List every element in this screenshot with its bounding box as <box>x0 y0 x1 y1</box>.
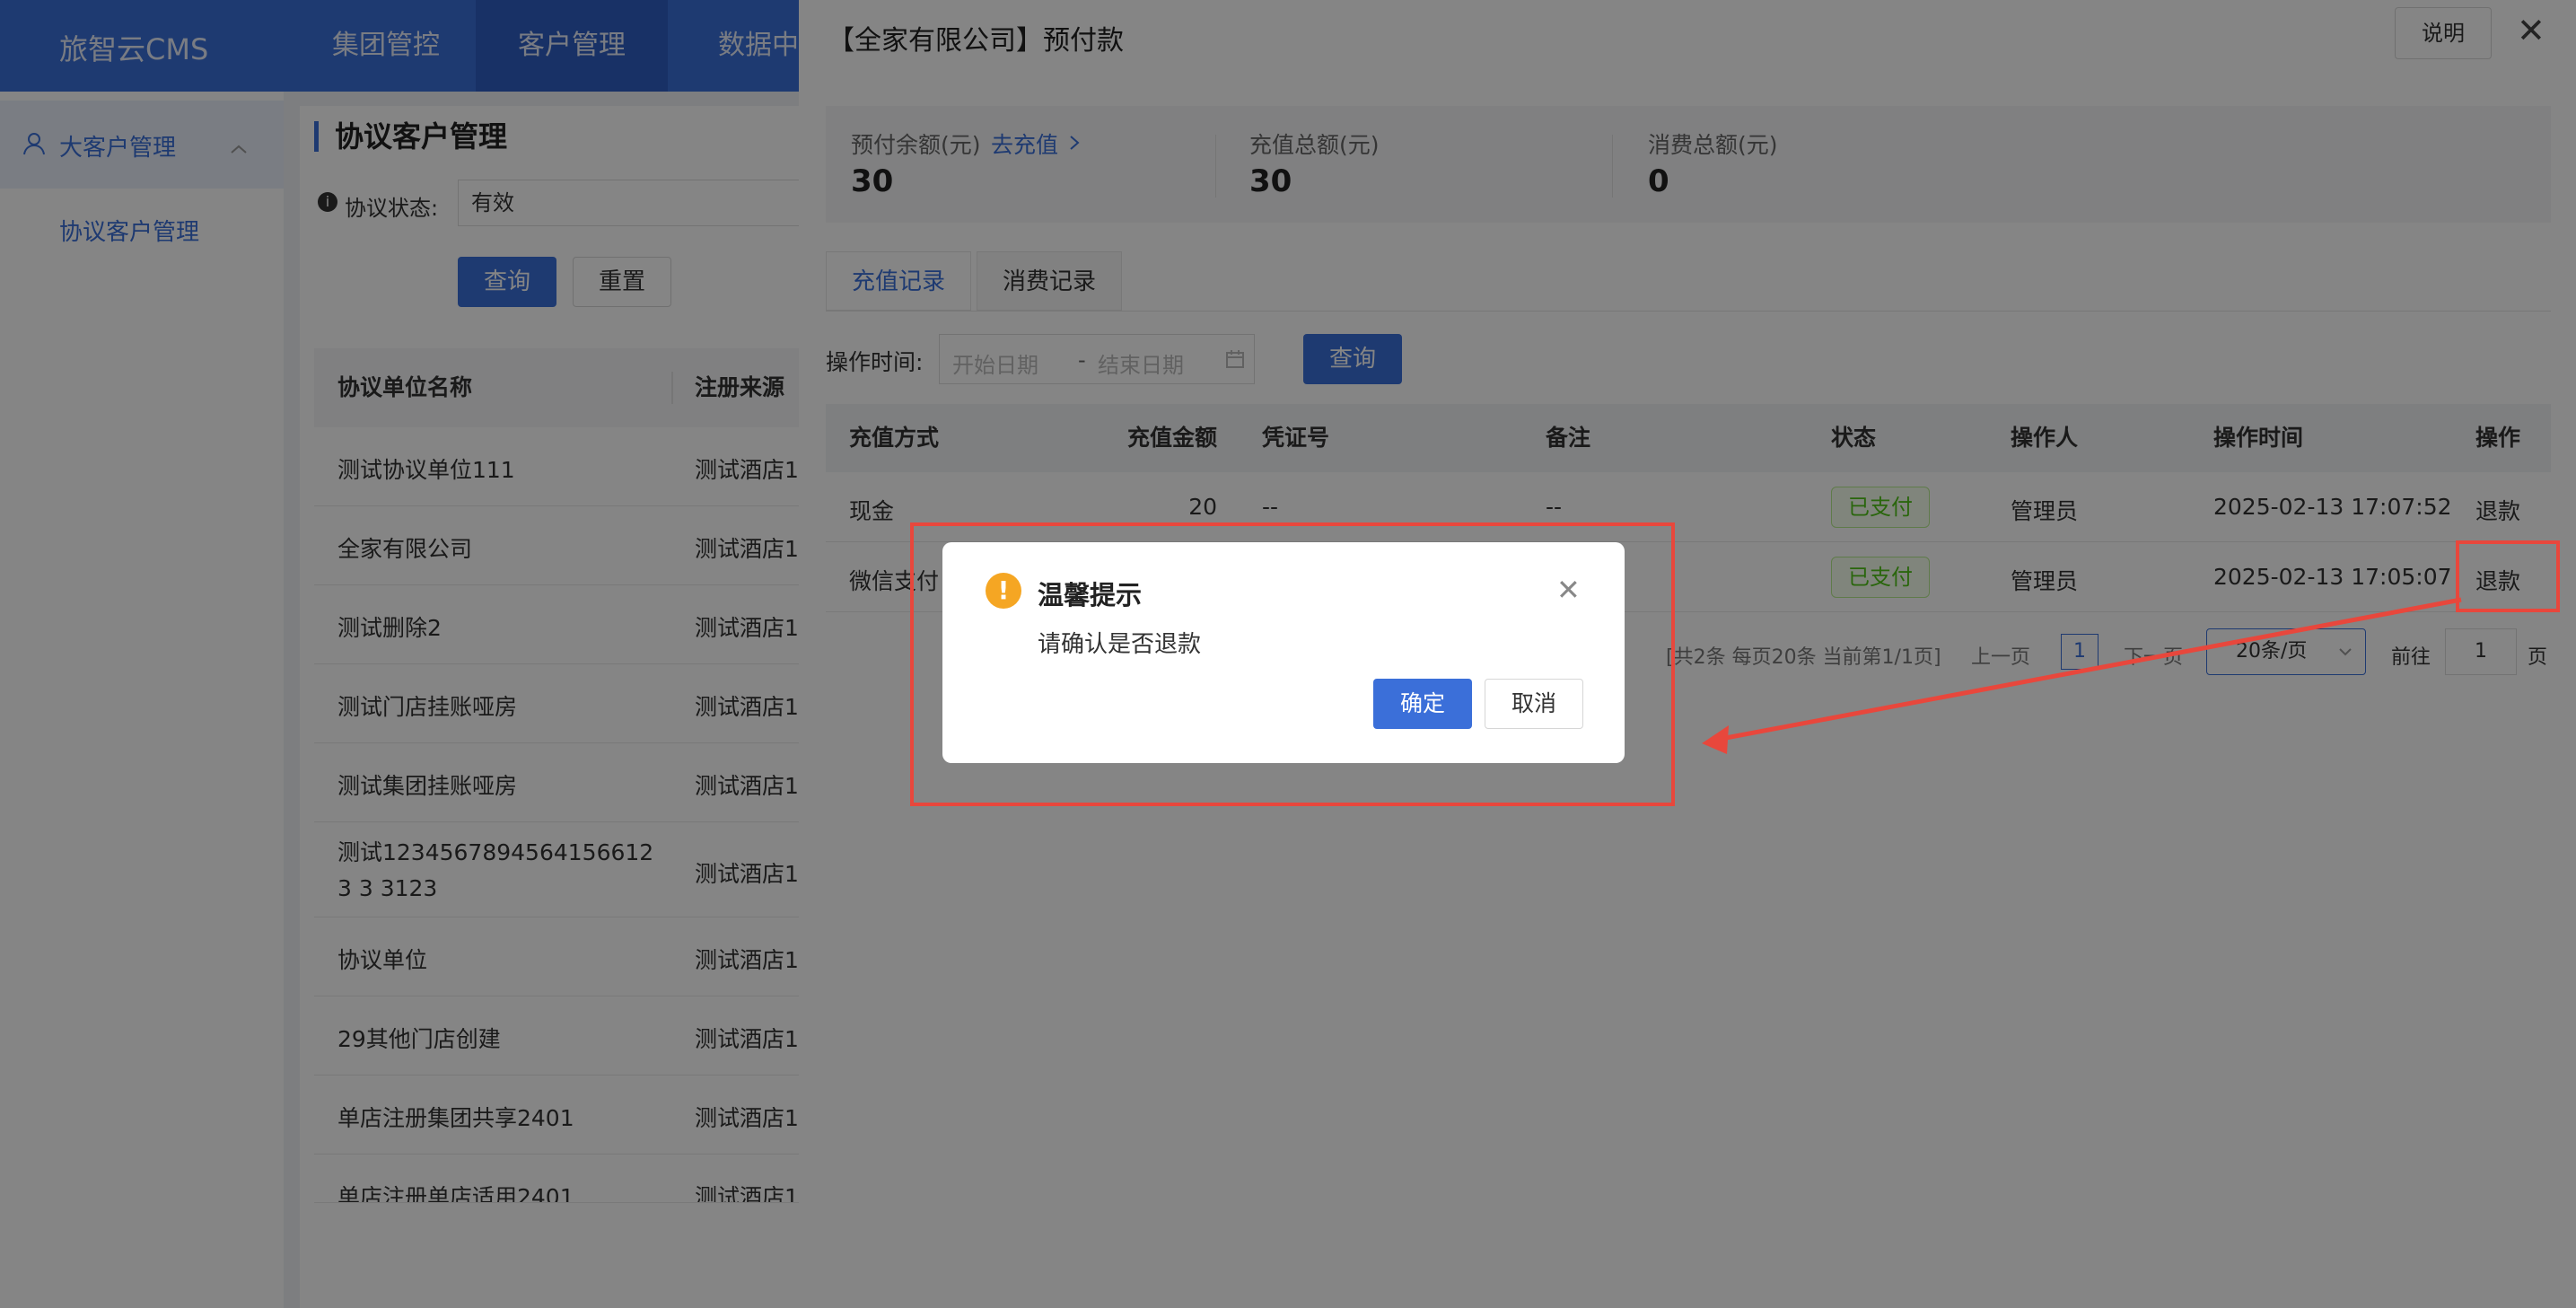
annotation-arrow <box>1702 597 2462 754</box>
